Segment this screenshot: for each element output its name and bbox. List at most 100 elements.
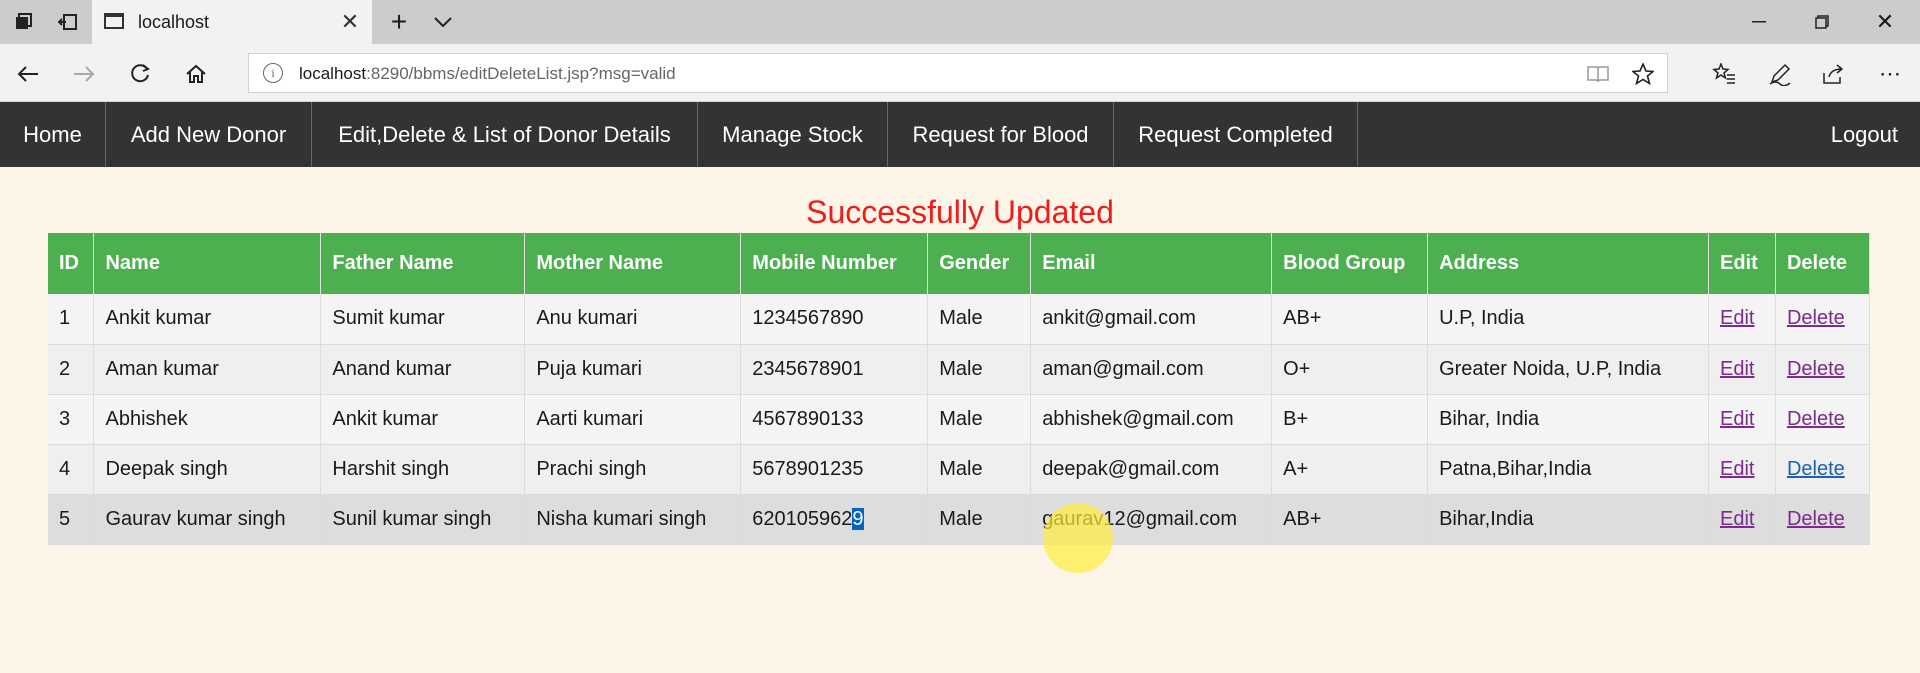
home-icon[interactable] [176, 54, 216, 94]
col-header-name: Name [93, 233, 322, 294]
nav-request-completed[interactable]: Request Completed [1114, 102, 1358, 167]
nav-add-new-donor[interactable]: Add New Donor [106, 102, 312, 167]
cell-blood-group: B+ [1271, 394, 1429, 445]
cell-delete: Delete [1775, 444, 1871, 495]
cell-father-name: Harshit singh [320, 444, 526, 495]
cell-email: ankit@gmail.com [1030, 294, 1273, 345]
edit-link[interactable]: Edit [1720, 358, 1754, 380]
table-row: 3 Abhishek Ankit kumar Aarti kumari 4567… [48, 394, 1871, 445]
cell-mother-name: Aarti kumari [524, 394, 742, 445]
cell-mother-name: Puja kumari [524, 344, 742, 395]
restore-icon[interactable] [1800, 0, 1844, 44]
cell-mobile: 2345678901 [740, 344, 929, 395]
mobile-text: 620105962 [752, 507, 853, 530]
cell-blood-group: A+ [1271, 444, 1429, 495]
cell-father-name: Anand kumar [320, 344, 526, 395]
cell-id: 5 [48, 494, 95, 545]
favorite-star-icon[interactable] [1629, 60, 1657, 88]
close-tab-icon[interactable]: ✕ [336, 8, 364, 36]
col-header-mobile: Mobile Number [740, 233, 929, 294]
cell-address: Patna,Bihar,India [1427, 444, 1709, 495]
nav-manage-stock[interactable]: Manage Stock [698, 102, 888, 167]
delete-link[interactable]: Delete [1787, 358, 1845, 380]
delete-link[interactable]: Delete [1787, 408, 1845, 430]
new-tab-icon[interactable]: + [384, 0, 414, 44]
cell-address: Bihar, India [1427, 394, 1709, 445]
cell-email: abhishek@gmail.com [1030, 394, 1273, 445]
browser-tab[interactable]: localhost ✕ [92, 0, 372, 44]
nav-logout[interactable]: Logout [1831, 102, 1898, 167]
cell-father-name: Sunil kumar singh [320, 494, 526, 545]
back-icon[interactable] [8, 54, 48, 94]
col-header-id: ID [48, 233, 95, 294]
cell-name: Gaurav kumar singh [93, 494, 322, 545]
table-row: 4 Deepak singh Harshit singh Prachi sing… [48, 444, 1871, 495]
cell-email: aman@gmail.com [1030, 344, 1273, 395]
pen-notes-icon[interactable] [1760, 54, 1800, 94]
delete-link[interactable]: Delete [1787, 458, 1845, 480]
cell-edit: Edit [1708, 394, 1776, 445]
url-path: :8290/bbms/editDeleteList.jsp?msg=valid [366, 64, 676, 83]
col-header-address: Address [1427, 233, 1709, 294]
cell-name: Abhishek [93, 394, 322, 445]
cell-edit: Edit [1708, 494, 1776, 545]
favorites-list-icon[interactable] [1704, 54, 1744, 94]
browser-titlebar: localhost ✕ + ✕ [0, 0, 1920, 44]
table-row: 5 Gaurav kumar singh Sunil kumar singh N… [48, 494, 1871, 545]
selected-text: 9 [852, 507, 864, 530]
nav-request-for-blood[interactable]: Request for Blood [888, 102, 1114, 167]
cell-mobile: 4567890133 [740, 394, 929, 445]
nav-edit-delete-list[interactable]: Edit,Delete & List of Donor Details [312, 102, 698, 167]
cell-mother-name: Anu kumari [524, 294, 742, 345]
more-menu-icon[interactable]: ⋯ [1870, 54, 1910, 94]
url-text: localhost:8290/bbms/editDeleteList.jsp?m… [299, 64, 676, 84]
cell-id: 3 [48, 394, 95, 445]
cell-mother-name: Nisha kumari singh [524, 494, 742, 545]
reading-view-icon[interactable] [1584, 60, 1612, 88]
edit-link[interactable]: Edit [1720, 307, 1754, 329]
col-header-blood-group: Blood Group [1271, 233, 1429, 294]
cell-blood-group: O+ [1271, 344, 1429, 395]
col-header-delete: Delete [1775, 233, 1871, 294]
set-tabs-aside-icon[interactable] [52, 0, 84, 44]
table-row: 2 Aman kumar Anand kumar Puja kumari 234… [48, 344, 1871, 395]
cell-gender: Male [927, 494, 1032, 545]
cell-address: Greater Noida, U.P, India [1427, 344, 1709, 395]
cell-mobile: 1234567890 [740, 294, 929, 345]
edit-link[interactable]: Edit [1720, 458, 1754, 480]
share-icon[interactable] [1814, 54, 1854, 94]
refresh-icon[interactable] [120, 54, 160, 94]
delete-link[interactable]: Delete [1787, 508, 1845, 530]
tab-actions-icon[interactable] [8, 0, 40, 44]
col-header-edit: Edit [1708, 233, 1776, 294]
cell-id: 1 [48, 294, 95, 345]
cell-address: Bihar,India [1427, 494, 1709, 545]
cell-id: 4 [48, 444, 95, 495]
cell-gender: Male [927, 344, 1032, 395]
cell-delete: Delete [1775, 494, 1871, 545]
site-info-icon[interactable]: i [263, 63, 283, 83]
edit-link[interactable]: Edit [1720, 408, 1754, 430]
close-window-icon[interactable]: ✕ [1863, 0, 1907, 44]
cell-mobile: 5678901235 [740, 444, 929, 495]
cell-name: Ankit kumar [93, 294, 322, 345]
nav-home[interactable]: Home [0, 102, 106, 167]
cell-delete: Delete [1775, 344, 1871, 395]
cell-edit: Edit [1708, 444, 1776, 495]
cell-name: Deepak singh [93, 444, 322, 495]
cell-id: 2 [48, 344, 95, 395]
cell-father-name: Sumit kumar [320, 294, 526, 345]
delete-link[interactable]: Delete [1787, 307, 1845, 329]
chevron-down-icon[interactable] [428, 0, 458, 44]
site-navbar: Home Add New Donor Edit,Delete & List of… [0, 102, 1920, 167]
minimize-icon[interactable] [1737, 0, 1781, 44]
forward-icon[interactable] [64, 54, 104, 94]
cell-gender: Male [927, 294, 1032, 345]
status-message: Successfully Updated [806, 194, 1114, 230]
table-row: 1 Ankit kumar Sumit kumar Anu kumari 123… [48, 294, 1871, 345]
url-field[interactable]: i localhost:8290/bbms/editDeleteList.jsp… [248, 53, 1668, 93]
page-icon [104, 13, 124, 29]
edit-link[interactable]: Edit [1720, 508, 1754, 530]
cell-delete: Delete [1775, 294, 1871, 345]
cell-blood-group: AB+ [1271, 294, 1429, 345]
